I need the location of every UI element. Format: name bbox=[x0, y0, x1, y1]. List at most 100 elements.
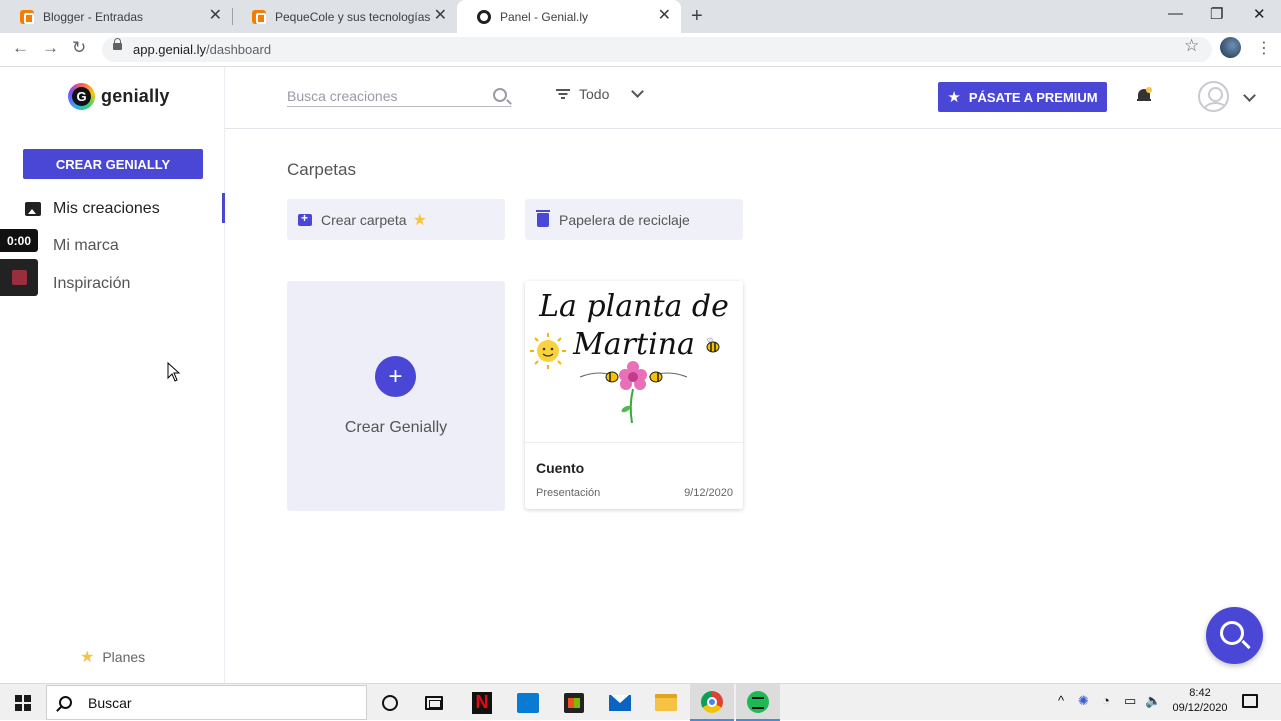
system-clock[interactable]: 8:42 09/12/2020 bbox=[1165, 686, 1235, 716]
premium-button[interactable]: ★ PÁSATE A PREMIUM bbox=[938, 82, 1107, 112]
new-tab-button[interactable]: + bbox=[691, 5, 703, 28]
mail-app[interactable] bbox=[598, 684, 642, 721]
lock-icon bbox=[113, 38, 122, 50]
plus-icon: + bbox=[375, 356, 416, 397]
search-input[interactable]: Busca creaciones bbox=[287, 86, 511, 107]
genially-logo-icon: G bbox=[68, 83, 95, 110]
chrome-icon bbox=[701, 690, 723, 713]
reload-icon[interactable]: ↻ bbox=[72, 38, 86, 58]
notification-bell-icon[interactable] bbox=[1137, 87, 1152, 103]
notification-center-icon[interactable] bbox=[1242, 694, 1258, 708]
close-icon[interactable]: ✕ bbox=[434, 8, 447, 24]
recycle-bin-label: Papelera de reciclaje bbox=[559, 211, 690, 228]
address-bar[interactable]: app.genial.ly/dashboard bbox=[102, 37, 1212, 62]
help-search-button[interactable] bbox=[1206, 607, 1263, 664]
sidebar-item-label: Mi marca bbox=[53, 237, 119, 254]
volume-muted-icon[interactable]: 🔈 bbox=[1145, 693, 1161, 709]
spotify-app[interactable] bbox=[736, 684, 780, 721]
thumbnail-illustration bbox=[530, 333, 720, 424]
close-icon[interactable]: ✕ bbox=[209, 8, 222, 24]
back-arrow-icon[interactable]: ← bbox=[12, 38, 29, 58]
creation-thumbnail: La planta de Martina bbox=[525, 281, 743, 442]
url-text: app.genial.ly/dashboard bbox=[133, 42, 272, 57]
star-icon: ★ bbox=[412, 211, 427, 229]
tab-title: PequeCole y sus tecnologías bbox=[275, 9, 431, 24]
recording-timer: 0:00 bbox=[0, 229, 38, 252]
tab-title: Panel - Genial.ly bbox=[500, 9, 589, 24]
blogger-icon bbox=[20, 9, 34, 24]
genially-favicon-icon bbox=[477, 9, 491, 24]
main-content: Carpetas Crear carpeta ★ Papelera de rec… bbox=[225, 130, 1281, 683]
create-genially-button[interactable]: CREAR GENIALLY bbox=[23, 149, 203, 179]
image-icon bbox=[25, 202, 41, 216]
trash-icon bbox=[536, 209, 550, 227]
edge-icon bbox=[517, 692, 539, 713]
bee-icon bbox=[605, 371, 619, 383]
folder-icon bbox=[655, 694, 677, 711]
folders-title: Carpetas bbox=[287, 160, 356, 179]
creation-card[interactable]: La planta de Martina Cuento Presentación… bbox=[525, 281, 743, 509]
forward-arrow-icon[interactable]: → bbox=[42, 38, 59, 58]
filter-icon bbox=[556, 88, 570, 100]
genially-logo[interactable]: G genially bbox=[68, 83, 170, 110]
premium-button-label: PÁSATE A PREMIUM bbox=[968, 89, 1098, 105]
battery-icon[interactable]: ▭ bbox=[1124, 693, 1136, 709]
chevron-up-icon[interactable]: ^ bbox=[1058, 693, 1064, 708]
minimize-icon[interactable]: — bbox=[1168, 5, 1183, 22]
user-avatar[interactable] bbox=[1198, 81, 1229, 112]
cortana-icon bbox=[382, 694, 398, 711]
chevron-down-icon bbox=[631, 85, 645, 98]
plans-label: Planes bbox=[102, 649, 146, 665]
taskbar-search-input[interactable]: Buscar bbox=[46, 685, 367, 720]
wifi-icon[interactable]: ◔ bbox=[1102, 693, 1110, 708]
creation-name: Cuento bbox=[536, 460, 585, 476]
creation-type: Presentación bbox=[536, 487, 601, 499]
windows-start-icon[interactable] bbox=[15, 695, 31, 711]
browser-tab-genially[interactable]: Panel - Genial.ly ✕ bbox=[457, 0, 681, 33]
browser-tab-pequecole[interactable]: PequeCole y sus tecnologías ✕ bbox=[232, 0, 457, 33]
stop-icon bbox=[11, 270, 27, 285]
clock-date: 09/12/2020 bbox=[1172, 702, 1228, 714]
cortana-button[interactable] bbox=[368, 684, 412, 721]
creation-date: 9/12/2020 bbox=[684, 487, 733, 499]
recycle-bin-button[interactable]: Papelera de reciclaje bbox=[525, 199, 743, 240]
chrome-app[interactable] bbox=[690, 684, 734, 721]
filter-dropdown[interactable]: Todo bbox=[556, 85, 645, 102]
new-folder-icon bbox=[298, 211, 312, 226]
file-explorer-app[interactable] bbox=[644, 684, 688, 721]
task-view-button[interactable] bbox=[412, 684, 456, 721]
mail-icon bbox=[609, 694, 631, 711]
create-folder-button[interactable]: Crear carpeta ★ bbox=[287, 199, 505, 240]
close-icon[interactable]: ✕ bbox=[658, 8, 671, 24]
flower-icon bbox=[619, 361, 647, 390]
sidebar-item-label: Mis creaciones bbox=[53, 200, 160, 217]
create-genially-card[interactable]: + Crear Genially bbox=[287, 281, 505, 511]
store-app[interactable] bbox=[552, 684, 596, 721]
star-icon: ★ bbox=[80, 649, 95, 666]
restore-icon[interactable]: ❐ bbox=[1210, 5, 1223, 23]
spotify-icon bbox=[747, 690, 769, 713]
browser-tab-bar: Blogger - Entradas ✕ PequeCole y sus tec… bbox=[0, 0, 1281, 33]
windows-taskbar: Buscar N ^ ✺ ◔ ▭ 🔈 8:42 09/12/2020 bbox=[0, 683, 1281, 721]
more-menu-icon[interactable]: ⋮ bbox=[1256, 38, 1272, 58]
app-tray-icon[interactable]: ✺ bbox=[1078, 693, 1089, 709]
search-icon[interactable] bbox=[493, 88, 507, 102]
edge-app[interactable] bbox=[506, 684, 550, 721]
stop-recording-button[interactable] bbox=[0, 259, 38, 296]
chevron-down-icon[interactable] bbox=[1243, 89, 1256, 102]
browser-tab-blogger[interactable]: Blogger - Entradas ✕ bbox=[0, 0, 232, 33]
sidebar-item-mis-creaciones[interactable]: Mis creaciones bbox=[0, 193, 225, 225]
netflix-app[interactable]: N bbox=[460, 684, 504, 721]
filter-value: Todo bbox=[579, 86, 610, 102]
bee-icon bbox=[706, 337, 720, 353]
sidebar: G genially CREAR GENIALLY Mis creaciones… bbox=[0, 67, 225, 683]
sidebar-item-label: Inspiración bbox=[53, 275, 131, 292]
task-view-icon bbox=[425, 695, 443, 710]
window-close-icon[interactable]: ✕ bbox=[1253, 5, 1266, 23]
bookmark-star-icon[interactable]: ☆ bbox=[1184, 36, 1199, 56]
profile-avatar[interactable] bbox=[1220, 37, 1241, 58]
creation-card-footer: Cuento Presentación 9/12/2020 bbox=[525, 442, 743, 509]
tab-title: Blogger - Entradas bbox=[43, 9, 144, 24]
plans-link[interactable]: ★ Planes bbox=[80, 647, 145, 667]
blogger-icon bbox=[252, 9, 266, 24]
